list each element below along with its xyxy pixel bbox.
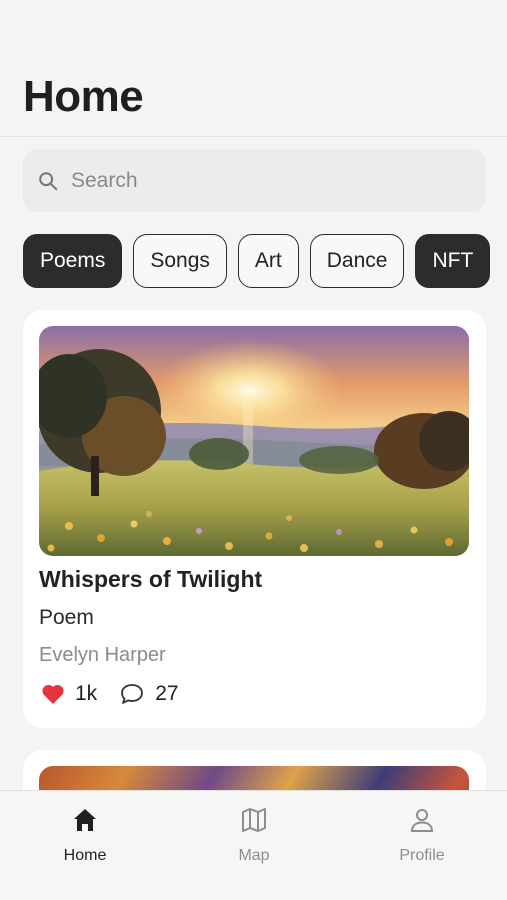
- tab-profile-label: Profile: [399, 847, 445, 864]
- card-title[interactable]: Whispers of Twilight: [39, 566, 262, 593]
- feed-card[interactable]: Whispers of Twilight Poem Evelyn Harper …: [23, 310, 486, 728]
- like-button[interactable]: 1k: [41, 682, 97, 706]
- chip-dance[interactable]: Dance: [309, 234, 405, 288]
- like-count: 1k: [75, 682, 98, 705]
- tab-profile[interactable]: Profile: [362, 805, 482, 865]
- person-icon: [410, 809, 434, 832]
- chip-nft[interactable]: NFT: [415, 234, 491, 288]
- comment-count: 27: [155, 682, 179, 705]
- page-title: Home: [23, 72, 144, 121]
- tab-home[interactable]: Home: [25, 805, 145, 865]
- search-bar[interactable]: [23, 149, 486, 212]
- search-icon: [39, 171, 58, 190]
- heart-icon: [42, 684, 64, 704]
- tab-home-label: Home: [63, 847, 107, 864]
- card-stats: 1k 27: [41, 682, 179, 706]
- tab-bar: Home Map Profile: [0, 790, 507, 900]
- header: Home: [0, 0, 507, 137]
- category-filters: Poems Songs Art Dance NFT: [23, 234, 507, 288]
- chip-songs[interactable]: Songs: [133, 234, 227, 288]
- chip-poems[interactable]: Poems: [23, 234, 123, 288]
- chip-art[interactable]: Art: [237, 234, 299, 288]
- map-icon: [242, 808, 266, 832]
- tab-map[interactable]: Map: [194, 805, 314, 865]
- card-author[interactable]: Evelyn Harper: [39, 644, 166, 667]
- card-image[interactable]: [39, 326, 469, 556]
- home-icon: [74, 809, 96, 831]
- card-type: Poem: [39, 606, 94, 629]
- tab-map-label: Map: [238, 847, 270, 864]
- speech-bubble-icon: [121, 684, 144, 704]
- comment-button[interactable]: 27: [119, 682, 179, 706]
- search-input[interactable]: [71, 168, 451, 193]
